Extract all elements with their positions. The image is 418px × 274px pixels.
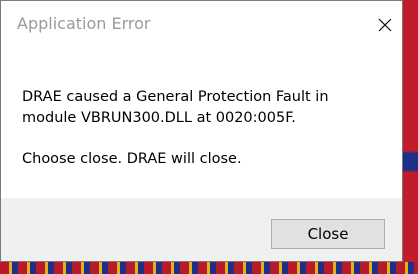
message-line: DRAE caused a General Protection Fault i…: [22, 89, 329, 105]
dialog-footer: Close: [1, 198, 402, 261]
title-bar[interactable]: Application Error: [1, 1, 402, 49]
error-dialog: Application Error DRAE caused a General …: [0, 0, 403, 262]
close-button[interactable]: Close: [271, 219, 385, 249]
dialog-title: Application Error: [17, 14, 151, 33]
message-spacer: [22, 129, 392, 149]
message-line: Choose close. DRAE will close.: [22, 151, 242, 167]
message-line: module VBRUN300.DLL at 0020:005F.: [22, 110, 296, 126]
background-app-strip: [403, 0, 418, 274]
error-message: DRAE caused a General Protection Fault i…: [22, 87, 392, 170]
close-icon-glyph: [378, 18, 392, 32]
background-app-strip-bottom: [0, 262, 418, 274]
close-icon[interactable]: [373, 13, 397, 37]
